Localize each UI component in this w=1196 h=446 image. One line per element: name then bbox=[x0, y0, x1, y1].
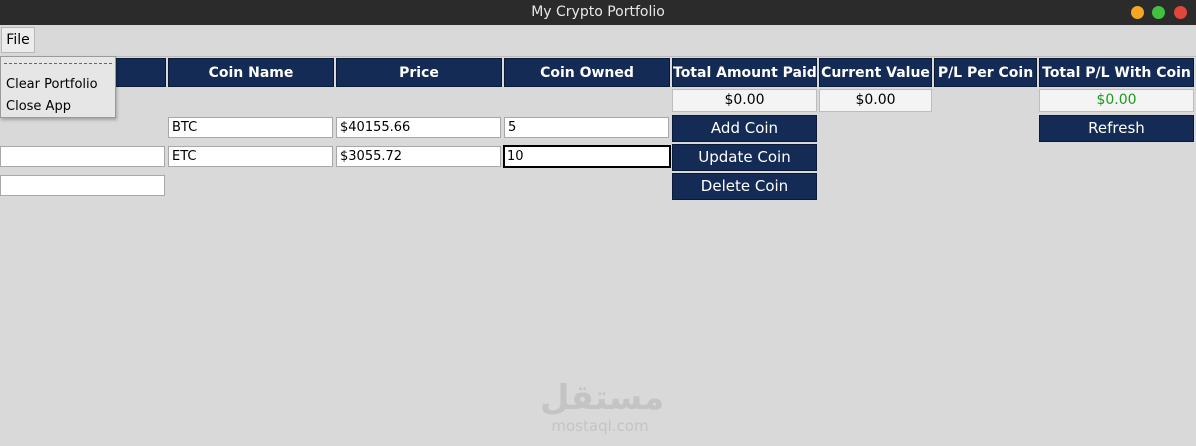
delete-coin-button[interactable]: Delete Coin bbox=[672, 173, 817, 200]
coin-owned-input-2[interactable] bbox=[503, 145, 671, 168]
current-value-value: $0.00 bbox=[819, 89, 932, 112]
header-pl-per-coin: P/L Per Coin bbox=[934, 58, 1037, 87]
close-icon[interactable] bbox=[1174, 6, 1187, 19]
total-pl-value: $0.00 bbox=[1039, 89, 1194, 112]
watermark-logo: مستقل bbox=[540, 378, 665, 418]
window-title: My Crypto Portfolio bbox=[531, 4, 665, 20]
header-total-amount-paid: Total Amount Paid bbox=[672, 58, 817, 87]
add-coin-button[interactable]: Add Coin bbox=[672, 115, 817, 142]
file-dropdown-menu: Clear Portfolio Close App bbox=[0, 56, 116, 118]
menubar: File bbox=[0, 25, 1196, 57]
coin-name-input-2[interactable] bbox=[168, 146, 333, 167]
coin-name-input-1[interactable] bbox=[168, 117, 333, 138]
update-coin-button[interactable]: Update Coin bbox=[672, 144, 817, 171]
price-input-2[interactable] bbox=[336, 146, 501, 167]
minimize-icon[interactable] bbox=[1131, 6, 1144, 19]
watermark-text: mostaql.com bbox=[551, 417, 649, 435]
header-total-pl: Total P/L With Coin bbox=[1039, 58, 1194, 87]
maximize-icon[interactable] bbox=[1152, 6, 1165, 19]
watermark: مستقل mostaql.com bbox=[540, 378, 665, 435]
menu-tearoff-line[interactable] bbox=[4, 63, 112, 64]
header-coin-name: Coin Name bbox=[168, 58, 334, 87]
price-input-1[interactable] bbox=[336, 117, 501, 138]
header-current-value: Current Value bbox=[819, 58, 932, 87]
id-input-3[interactable] bbox=[0, 175, 165, 196]
id-input-2[interactable] bbox=[0, 146, 165, 167]
header-coin-owned: Coin Owned bbox=[504, 58, 670, 87]
header-price: Price bbox=[336, 58, 502, 87]
menu-item-close-app[interactable]: Close App bbox=[1, 97, 115, 117]
coin-owned-input-1[interactable] bbox=[504, 117, 669, 138]
menu-item-clear-portfolio[interactable]: Clear Portfolio bbox=[1, 75, 115, 95]
refresh-button[interactable]: Refresh bbox=[1039, 115, 1194, 142]
total-amount-paid-value: $0.00 bbox=[672, 89, 817, 112]
file-menu-button[interactable]: File bbox=[1, 27, 35, 53]
window-titlebar: My Crypto Portfolio bbox=[0, 0, 1196, 25]
